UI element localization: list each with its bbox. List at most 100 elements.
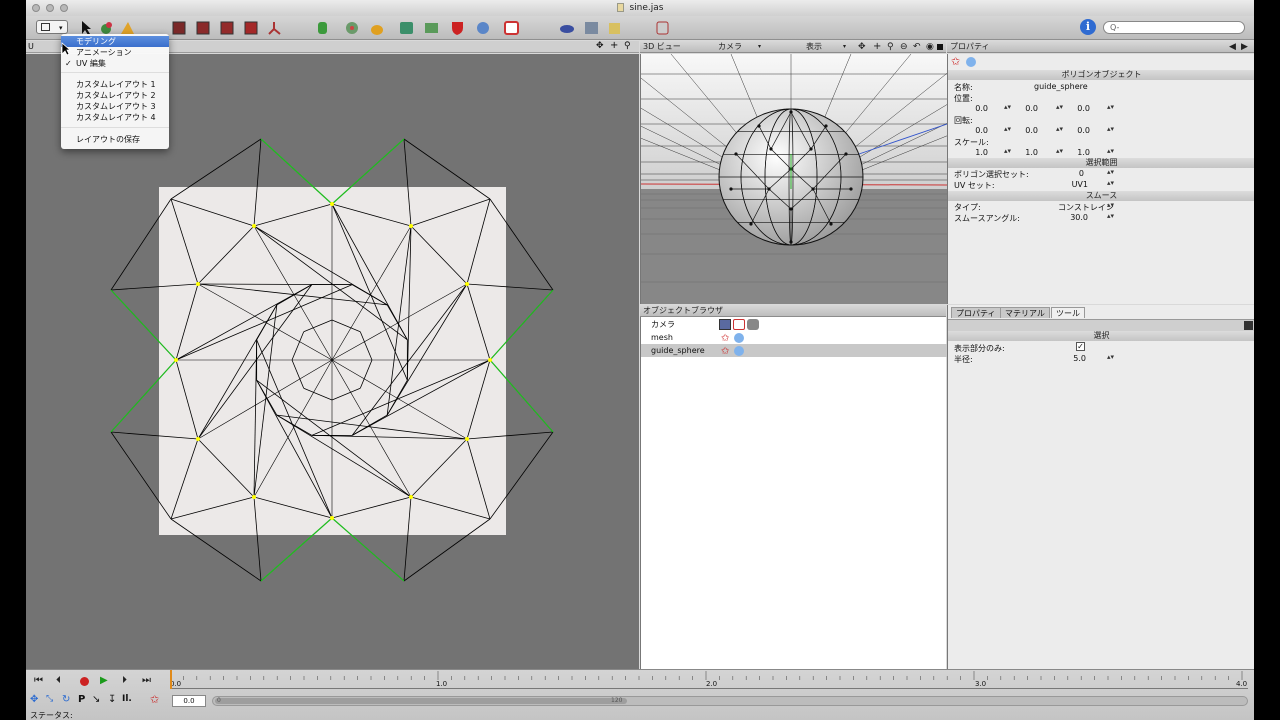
- timeline-ruler[interactable]: 0.0 1.0 2.0 3.0 4.0: [169, 670, 1248, 689]
- back-arrow-icon[interactable]: ◀: [1229, 41, 1236, 53]
- zoom-icon[interactable]: ⚲: [887, 41, 894, 53]
- layout-popup-button[interactable]: ▾: [36, 20, 68, 34]
- list-item[interactable]: カメラ: [641, 318, 947, 331]
- camera-target-icon[interactable]: [503, 19, 520, 36]
- scale-x-field[interactable]: 1.0: [968, 148, 988, 157]
- frame-all-icon[interactable]: ⊖: [900, 41, 908, 53]
- current-frame-field[interactable]: 0.0: [172, 695, 206, 707]
- stepper-icon[interactable]: ▴▾: [1107, 147, 1114, 155]
- stepper-icon[interactable]: ▴▾: [1107, 103, 1114, 111]
- knife-icon[interactable]: ↘: [92, 694, 100, 705]
- render-icon[interactable]: [559, 19, 576, 36]
- scrollbar-thumb[interactable]: [215, 698, 627, 704]
- stepper-icon[interactable]: ▴▾: [1004, 147, 1011, 155]
- playhead[interactable]: [170, 670, 172, 689]
- pin-icon[interactable]: ↧: [108, 694, 116, 705]
- forward-arrow-icon[interactable]: ▶: [1241, 41, 1248, 53]
- render-settings-icon[interactable]: [583, 19, 600, 36]
- close-window-button[interactable]: [32, 4, 40, 12]
- viewport-canvas[interactable]: [430, 53, 1152, 304]
- menu-item-custom-3[interactable]: カスタムレイアウト 3: [61, 101, 169, 112]
- chart-icon[interactable]: Il.: [122, 694, 132, 704]
- position-x-field[interactable]: 0.0: [968, 104, 988, 113]
- menu-item-save-layout[interactable]: レイアウトの保存: [61, 134, 169, 145]
- move-view-icon[interactable]: ✥: [596, 41, 604, 51]
- stepper-icon[interactable]: ▴▾: [1107, 168, 1114, 176]
- play-button[interactable]: ▶: [100, 675, 108, 686]
- script-icon[interactable]: [654, 19, 671, 36]
- torus-icon[interactable]: [398, 19, 415, 36]
- stepper-icon[interactable]: ▴▾: [1004, 103, 1011, 111]
- uvset-field[interactable]: UV1: [1064, 180, 1088, 189]
- timeline-scrollbar[interactable]: 0 120: [212, 696, 1248, 706]
- star-tag-icon[interactable]: ✩: [150, 693, 159, 706]
- cylinder-icon[interactable]: [314, 19, 331, 36]
- cube-edge-icon[interactable]: [195, 19, 212, 36]
- star-tag-icon[interactable]: ✩: [951, 55, 960, 68]
- display-menu[interactable]: 表示: [806, 41, 822, 53]
- move-icon[interactable]: ✥: [30, 694, 38, 705]
- shield-icon[interactable]: [449, 19, 466, 36]
- scale-z-field[interactable]: 1.0: [1070, 148, 1090, 157]
- menu-item-custom-2[interactable]: カスタムレイアウト 2: [61, 90, 169, 101]
- polyset-field[interactable]: 0: [1068, 169, 1084, 178]
- stepper-icon[interactable]: ▴▾: [1056, 103, 1063, 111]
- uv-tag-icon[interactable]: [966, 57, 976, 67]
- menu-item-custom-1[interactable]: カスタムレイアウト 1: [61, 79, 169, 90]
- stepper-icon[interactable]: ▴▾: [1107, 353, 1114, 361]
- smooth-angle-field[interactable]: 30.0: [1062, 213, 1088, 222]
- cube-vertex-icon[interactable]: [171, 19, 188, 36]
- sphere-tool-icon[interactable]: [344, 19, 361, 36]
- axis-icon[interactable]: [266, 19, 283, 36]
- step-back-icon[interactable]: ⏴: [56, 675, 61, 686]
- tab-material[interactable]: マテリアル: [1000, 307, 1050, 318]
- name-field[interactable]: guide_sphere: [1034, 82, 1088, 91]
- viewport-3d[interactable]: [430, 53, 1152, 304]
- scale-icon[interactable]: ⤡: [46, 694, 53, 704]
- radius-field[interactable]: 5.0: [1064, 354, 1086, 363]
- record-icon[interactable]: ◉: [926, 41, 934, 53]
- skip-start-icon[interactable]: ⏮: [34, 675, 43, 686]
- menu-item-custom-4[interactable]: カスタムレイアウト 4: [61, 112, 169, 123]
- rotate-icon[interactable]: ↻: [62, 694, 70, 705]
- rotation-x-field[interactable]: 0.0: [968, 126, 988, 135]
- cube-face-icon[interactable]: [219, 19, 236, 36]
- menu-item-animation[interactable]: アニメーション: [61, 47, 169, 58]
- position-z-field[interactable]: 0.0: [1070, 104, 1090, 113]
- record-button[interactable]: [80, 677, 89, 686]
- menu-item-modeling[interactable]: モデリング: [61, 36, 169, 47]
- list-item[interactable]: mesh ✩: [641, 331, 947, 344]
- minimize-window-button[interactable]: [46, 4, 54, 12]
- menu-item-uv-edit[interactable]: ✓ UV 編集: [61, 58, 169, 69]
- visible-only-checkbox[interactable]: ✓: [1076, 342, 1085, 351]
- stepper-icon[interactable]: ▴▾: [1107, 125, 1114, 133]
- stop-icon[interactable]: [937, 44, 943, 50]
- stepper-icon[interactable]: ▴▾: [1107, 201, 1114, 209]
- stepper-icon[interactable]: ▴▾: [1056, 147, 1063, 155]
- add-icon[interactable]: +: [610, 40, 618, 51]
- orbit-icon[interactable]: ↶: [913, 41, 921, 53]
- stepper-icon[interactable]: ▴▾: [1107, 179, 1114, 187]
- tab-tools[interactable]: ツール: [1051, 307, 1085, 318]
- teapot-icon[interactable]: [369, 19, 386, 36]
- camera-menu[interactable]: カメラ: [718, 41, 742, 53]
- info-button[interactable]: i: [1080, 19, 1096, 35]
- grid-plane-icon[interactable]: [423, 19, 440, 36]
- search-input[interactable]: Q-: [1103, 21, 1245, 34]
- tab-properties[interactable]: プロパティ: [951, 307, 1001, 318]
- preview-icon[interactable]: [606, 19, 623, 36]
- stepper-icon[interactable]: ▴▾: [1107, 212, 1114, 220]
- zoom-window-button[interactable]: [60, 4, 68, 12]
- stepper-icon[interactable]: ▴▾: [1004, 125, 1011, 133]
- skip-end-icon[interactable]: ⏭: [142, 675, 151, 686]
- scale-y-field[interactable]: 1.0: [1018, 148, 1038, 157]
- p-tool-icon[interactable]: P: [78, 694, 85, 705]
- stepper-icon[interactable]: ▴▾: [1056, 125, 1063, 133]
- tool-options-icon[interactable]: [1244, 321, 1253, 330]
- light-icon[interactable]: [474, 19, 491, 36]
- zoom-icon[interactable]: ⚲: [624, 41, 631, 51]
- add-icon[interactable]: +: [873, 41, 881, 53]
- cube-object-icon[interactable]: [243, 19, 260, 36]
- rotation-y-field[interactable]: 0.0: [1018, 126, 1038, 135]
- rotation-z-field[interactable]: 0.0: [1070, 126, 1090, 135]
